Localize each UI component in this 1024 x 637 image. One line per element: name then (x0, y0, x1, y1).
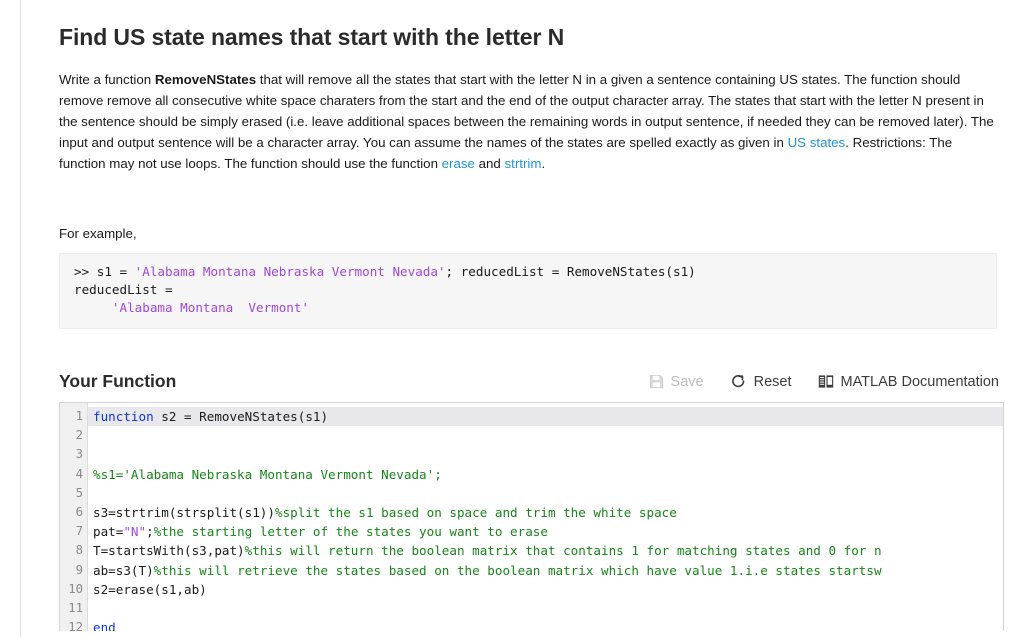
code-line[interactable]: ab=s3(T)%this will retrieve the states b… (93, 561, 1003, 580)
page-root: Find US state names that start with the … (0, 0, 1024, 637)
line-number: 4 (75, 466, 83, 481)
code-line[interactable]: pat="N";%the starting letter of the stat… (93, 522, 1003, 541)
line-number: 2 (75, 428, 83, 443)
line-number: 6 (75, 504, 83, 519)
example-string-literal: 'Alabama Montana Vermont' (111, 300, 310, 315)
code-comment: %split the s1 based on space and trim th… (274, 504, 677, 520)
code-text: ab=s3(T) (93, 562, 154, 578)
code-text: T=startsWith(s3,pat) (93, 543, 245, 559)
function-section-title: Your Function (59, 371, 177, 391)
reset-button[interactable]: Reset (730, 373, 792, 390)
example-line: reducedList = (74, 282, 173, 297)
code-line[interactable] (93, 426, 1003, 445)
line-number: 8 (75, 543, 83, 558)
problem-description: Write a function RemoveNStates that will… (59, 69, 997, 174)
line-number: 9 (75, 562, 83, 577)
example-code-block: >> s1 = 'Alabama Montana Nebraska Vermon… (59, 253, 997, 329)
code-comment: %the starting letter of the states you w… (153, 524, 548, 540)
matlab-documentation-button[interactable]: MATLAB Documentation (818, 373, 1000, 390)
line-number: 5 (75, 485, 83, 500)
docs-label: MATLAB Documentation (840, 373, 1000, 390)
floppy-disk-icon (649, 374, 664, 389)
example-line: 'Alabama Montana Vermont' (74, 300, 309, 315)
code-line[interactable]: end (93, 618, 1003, 631)
code-keyword: end (93, 620, 116, 631)
left-rail (0, 0, 20, 637)
doc-link-erase[interactable]: erase (442, 156, 475, 171)
reset-label: Reset (753, 373, 792, 390)
code-string: "N" (123, 524, 147, 540)
function-section-header: Your Function Save Reset MATLAB Document… (59, 371, 999, 392)
line-number-gutter: 1 2 3 4 5 6 7 8 9 10 11 12 (60, 403, 88, 631)
for-example-label: For example, (59, 226, 137, 241)
doc-link-us-states[interactable]: US states (788, 135, 846, 150)
code-keyword: function (93, 409, 154, 424)
book-icon (818, 374, 834, 389)
code-line[interactable]: T=startsWith(s3,pat)%this will return th… (93, 541, 1003, 560)
code-text: s2=erase(s1,ab) (93, 581, 207, 597)
code-text: s3=strtrim(strsplit(s1)) (93, 504, 275, 520)
description-text: and (474, 156, 505, 171)
line-number: 11 (68, 600, 83, 615)
code-text-area[interactable]: function s2 = RemoveNStates(s1) %s1='Ala… (88, 403, 1003, 631)
circular-arrow-icon (730, 373, 747, 390)
code-text: pat= (93, 524, 124, 540)
line-number: 12 (68, 620, 83, 631)
code-text: s2 = RemoveNStates(s1) (153, 409, 329, 424)
save-label: Save (670, 373, 704, 390)
code-comment: %s1='Alabama Nebraska Montana Vermont Ne… (93, 466, 442, 482)
save-button[interactable]: Save (649, 374, 704, 390)
doc-link-strtrim[interactable]: strtrim (505, 156, 542, 171)
line-number: 7 (75, 524, 83, 539)
code-line[interactable] (93, 599, 1003, 618)
example-string-literal: 'Alabama Montana Nebraska Vermont Nevada… (134, 264, 446, 279)
example-line: >> s1 = 'Alabama Montana Nebraska Vermon… (74, 264, 696, 279)
code-line[interactable]: s3=strtrim(strsplit(s1))%split the s1 ba… (93, 503, 1003, 522)
code-line[interactable]: function s2 = RemoveNStates(s1) (88, 407, 1003, 427)
editor-toolbar: Save Reset MATLAB Documentation (649, 373, 999, 392)
code-editor[interactable]: 1 2 3 4 5 6 7 8 9 10 11 12 function s2 = RemoveNSta… (59, 402, 1004, 631)
line-number: 1 (75, 409, 83, 423)
code-line[interactable]: %s1='Alabama Nebraska Montana Vermont Ne… (93, 465, 1003, 484)
code-line[interactable]: s2=erase(s1,ab) (93, 580, 1003, 599)
code-line[interactable] (93, 484, 1003, 503)
code-comment: %this will retrieve the states based on … (153, 562, 882, 578)
description-text: . (541, 156, 546, 171)
line-number: 10 (68, 581, 83, 596)
code-comment: %this will return the boolean matrix tha… (244, 543, 882, 559)
code-line[interactable] (93, 445, 1003, 464)
page-title: Find US state names that start with the … (59, 24, 565, 50)
main-content-panel: Find US state names that start with the … (21, 0, 1024, 637)
code-text: ; (146, 524, 154, 540)
description-text: Write a function (59, 72, 155, 87)
line-number: 3 (75, 447, 83, 462)
function-name-emphasis: RemoveNStates (154, 72, 257, 87)
